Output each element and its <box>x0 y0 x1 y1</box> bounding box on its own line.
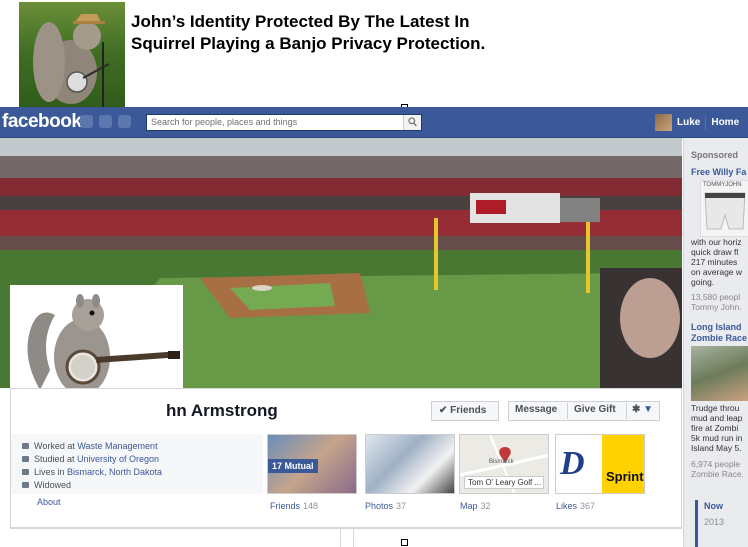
ad2-line: 5k mud run in <box>691 433 743 443</box>
give-gift-label: Give Gift <box>574 404 616 415</box>
home-icon <box>22 469 29 475</box>
friends-count: 148 <box>303 501 319 511</box>
map-place-label: Tom O' Leary Golf ... <box>464 476 544 489</box>
photos-count: 37 <box>396 501 407 511</box>
search-placeholder: Search for people, places and things <box>151 117 298 127</box>
ad2-line: fire at Zombi <box>691 423 739 433</box>
gear-icon: ✱ <box>632 404 641 415</box>
ad1-social: 13,580 peopl <box>691 292 741 302</box>
likes-tile-label[interactable]: Likes 367 <box>556 501 595 511</box>
about-work-prefix: Worked at <box>34 441 78 451</box>
ad-image-underwear[interactable]: TOMMYJOHN <box>700 180 748 237</box>
likes-count: 367 <box>580 501 596 511</box>
timeline-now-link[interactable]: Now <box>698 500 748 513</box>
briefcase-icon <box>22 443 29 449</box>
map-label: Map <box>460 501 478 511</box>
caption-title: John’s Identity Protected By The Latest … <box>131 12 486 53</box>
user-name-link[interactable]: Luke <box>677 117 700 128</box>
give-gift-button[interactable]: Give Gift <box>567 401 626 421</box>
ad1-social[interactable]: Tommy John. <box>691 302 742 313</box>
about-education-prefix: Studied at <box>34 454 78 464</box>
map-count: 32 <box>480 501 491 511</box>
profile-name[interactable]: hn Armstrong <box>166 401 278 421</box>
heart-icon <box>22 482 29 488</box>
ad-image-zombie-race[interactable] <box>691 346 748 401</box>
chevron-down-icon: ▼ <box>643 404 654 415</box>
dm-logo-mark: D <box>560 445 585 482</box>
mutual-friends-badge: 17 Mutual <box>268 459 318 473</box>
ad-title-zombie[interactable]: Zombie Race <box>691 333 747 344</box>
friends-button[interactable]: ✔ Friends <box>431 401 499 421</box>
user-nav: Luke Home <box>655 114 739 131</box>
friend-requests-icon[interactable] <box>80 115 93 128</box>
checkmark-icon: ✔ <box>439 405 451 416</box>
notification-icons <box>80 115 131 128</box>
ad-title-free-willy[interactable]: Free Willy Fa <box>691 167 746 178</box>
home-link[interactable]: Home <box>711 117 739 128</box>
timeline-nav: Now 2013 <box>695 500 748 547</box>
friends-tile-label[interactable]: Friends 148 <box>270 501 318 511</box>
photos-tile[interactable] <box>365 434 455 494</box>
friends-button-label: Friends <box>450 405 487 416</box>
likes-tile[interactable]: D Sprint <box>555 434 645 494</box>
about-education: Studied at University of Oregon <box>22 453 159 465</box>
likes-label: Likes <box>556 501 578 511</box>
about-relationship: Widowed <box>22 479 71 491</box>
friends-label: Friends <box>270 501 301 511</box>
ad2-line: mud and leap <box>691 413 743 423</box>
map-tile[interactable]: Tom O' Leary Golf ... Bismarck <box>459 434 549 494</box>
facebook-top-bar: facebook Search for people, places and t… <box>0 107 748 138</box>
column-divider <box>340 529 341 547</box>
search-button[interactable] <box>403 115 421 130</box>
ad2-social: 6,974 people <box>691 459 741 469</box>
underwear-graphic <box>704 192 746 230</box>
ad2-social[interactable]: Zombie Race. <box>691 469 744 480</box>
school-link[interactable]: University of Oregon <box>77 454 159 464</box>
squirrel-banjo-thumbnail <box>19 2 125 114</box>
avatar[interactable] <box>655 114 672 131</box>
ad-brand-text: TOMMYJOHN <box>703 182 742 188</box>
sprint-logo: Sprint <box>602 435 644 493</box>
friends-tile[interactable]: 17 Mutual <box>267 434 357 494</box>
message-button-label: Message <box>515 404 558 415</box>
ad1-line: with our horiz <box>691 237 742 247</box>
location-link[interactable]: Bismarck, North Dakota <box>67 467 162 477</box>
selection-handle-bottom[interactable] <box>401 539 408 546</box>
ad2-line: Island May 5. <box>691 443 742 453</box>
ad1-line: quick draw fl <box>691 247 739 257</box>
ad-title-zombie[interactable]: Long Island <box>691 322 742 333</box>
ad1-line: going. <box>691 277 715 287</box>
ad1-line: 217 minutes <box>691 257 738 267</box>
nav-divider <box>705 115 707 130</box>
message-button[interactable]: Message <box>508 401 567 421</box>
facebook-logo[interactable]: facebook <box>2 111 82 133</box>
messages-icon[interactable] <box>99 115 112 128</box>
about-work: Worked at Waste Management <box>22 440 158 452</box>
work-link[interactable]: Waste Management <box>77 441 157 451</box>
sprint-logo-text: Sprint <box>606 469 644 484</box>
map-city-label: Bismarck <box>489 459 514 465</box>
settings-dropdown-button[interactable]: ✱ ▼ <box>627 401 660 421</box>
relationship-status: Widowed <box>34 480 72 490</box>
timeline-year-link[interactable]: 2013 <box>698 516 748 529</box>
search-input[interactable]: Search for people, places and things <box>146 114 422 131</box>
globe-notifications-icon[interactable] <box>118 115 131 128</box>
about-location-prefix: Lives in <box>34 467 68 477</box>
photos-tile-label[interactable]: Photos 37 <box>365 501 406 511</box>
about-location: Lives in Bismarck, North Dakota <box>22 466 162 478</box>
graduation-cap-icon <box>22 456 29 462</box>
panel-bottom-border <box>10 528 682 529</box>
map-tile-label[interactable]: Map 32 <box>460 501 491 511</box>
about-link[interactable]: About <box>37 497 61 507</box>
search-icon <box>408 117 417 127</box>
column-divider <box>353 529 354 547</box>
photos-label: Photos <box>365 501 394 511</box>
dm-logo: D <box>556 435 602 493</box>
ad2-line: Trudge throu <box>691 403 740 413</box>
ad1-line: on average w <box>691 267 743 277</box>
sponsored-heading: Sponsored <box>691 150 739 160</box>
